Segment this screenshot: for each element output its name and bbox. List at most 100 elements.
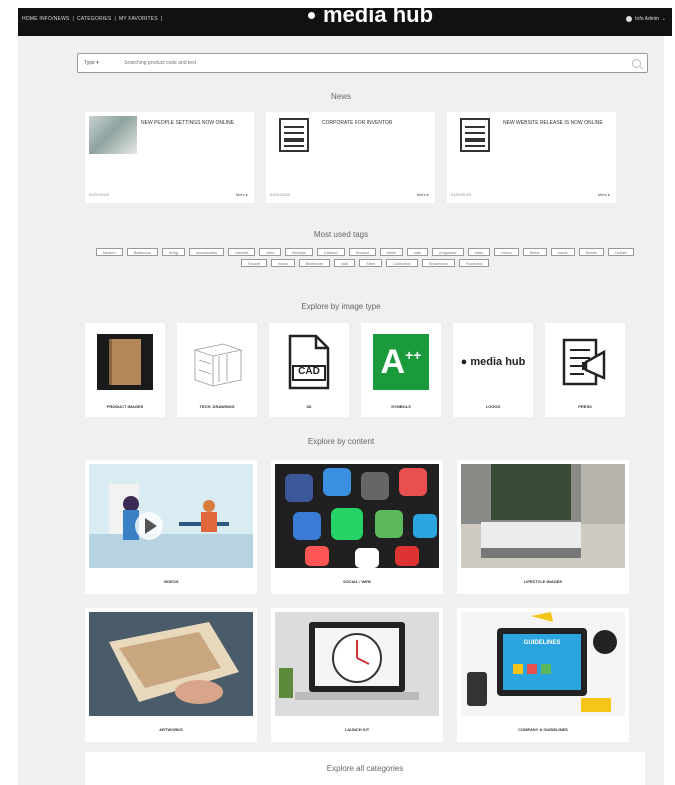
news-more-link[interactable]: Mehr ▸ — [236, 192, 248, 197]
news-more-link[interactable]: Mehr ▸ — [598, 192, 610, 197]
launch-kit-image — [275, 612, 439, 716]
brand-logo[interactable]: media hub — [308, 2, 433, 28]
content-section-title: Explore by content — [307, 437, 375, 446]
news-title: NEW PEOPLE SETTINGS NOW ONLINE — [141, 120, 235, 126]
image-type-label: PRESS — [578, 404, 592, 409]
news-date: 01/01/2023 — [270, 192, 291, 197]
tag-chip[interactable]: mirror — [494, 248, 519, 256]
energy-grade: A — [380, 342, 406, 381]
tag-chip[interactable]: kitchen — [96, 248, 123, 256]
tag-chip[interactable]: wine — [259, 248, 282, 256]
content-label: LAUNCH KIT — [344, 727, 370, 732]
brand-name: media hub — [323, 2, 434, 27]
tag-chip[interactable]: lifestyle — [285, 248, 313, 256]
news-title: NEW WEBSITE RELEASE IS NOW ONLINE — [503, 120, 603, 126]
content-label: ARTWORKS — [159, 727, 183, 732]
user-icon — [626, 16, 633, 22]
user-name: Info Admin — [635, 16, 659, 22]
image-type-card[interactable]: CAD 3D — [269, 323, 349, 417]
image-type-label: 3D — [306, 404, 312, 409]
image-type-section-title: Explore by image type — [301, 302, 381, 311]
tag-cloud: kitchen Bathroom living accessories cabinet w… — [85, 248, 645, 267]
user-menu[interactable]: Info Admin ⌄ — [626, 16, 666, 22]
tag-chip[interactable]: ritmo — [467, 248, 491, 256]
tag-chip[interactable]: home — [550, 248, 575, 256]
press-release-icon — [557, 333, 613, 391]
videos-image — [89, 464, 253, 568]
explore-all-categories-label: Explore all categories — [326, 764, 404, 773]
tag-chip[interactable]: cabinet — [228, 248, 256, 256]
news-card[interactable]: NEW PEOPLE SETTINGS NOW ONLINE 01/01/202… — [85, 112, 254, 203]
image-type-card[interactable]: PRESS — [545, 323, 625, 417]
content-card[interactable]: VIDEOS — [85, 460, 257, 594]
search-bar: Type ▾ — [77, 53, 648, 73]
document-icon — [270, 116, 318, 154]
tag-chip[interactable]: sale — [406, 248, 429, 256]
nav-home[interactable]: HOME INFO/NEWS — [22, 16, 70, 22]
tag-chip[interactable]: Faucet — [240, 259, 268, 267]
tag-chip[interactable]: magazine — [432, 248, 464, 256]
image-type-label: TECH. DRAWINGS — [199, 404, 235, 409]
tag-chip[interactable]: Cabinet — [316, 248, 345, 256]
news-more-link[interactable]: Mehr ▸ — [417, 192, 429, 197]
top-navigation-bar: HOME INFO/NEWS | CATEGORIES | MY FAVORIT… — [18, 2, 672, 36]
search-type-dropdown[interactable]: Type ▾ — [84, 60, 114, 66]
news-card[interactable]: CORPORATE FOR INVENTOR 01/01/2023 Mehr ▸ — [266, 112, 435, 203]
nav-favorites[interactable]: MY FAVORITES — [119, 16, 158, 22]
image-type-card[interactable]: ● media hub LOGOS — [453, 323, 533, 417]
tag-chip[interactable]: Collection — [386, 259, 418, 267]
news-title: CORPORATE FOR INVENTOR — [322, 120, 393, 126]
news-section-title: News — [330, 92, 351, 101]
social-web-image — [275, 464, 439, 568]
tag-chip[interactable]: Basic — [522, 248, 547, 256]
news-thumbnail-photo — [89, 116, 137, 154]
tag-chip[interactable]: Showroom — [421, 259, 455, 267]
content-label: LIFESTYLE IMAGES — [523, 579, 563, 584]
search-input[interactable] — [124, 60, 622, 66]
technical-drawing-icon — [189, 333, 245, 391]
tag-chip[interactable]: table — [380, 248, 403, 256]
news-list: NEW PEOPLE SETTINGS NOW ONLINE 01/01/202… — [85, 112, 616, 203]
content-card[interactable]: ARTWORKS — [85, 608, 257, 742]
content-card[interactable]: SOCIAL / WEB — [271, 460, 443, 594]
lifestyle-image — [461, 464, 625, 568]
tag-chip[interactable]: wall — [334, 259, 355, 267]
tag-chip[interactable]: wood — [271, 259, 295, 267]
content-category-grid: VIDEOS SOCIAL / WEB LIFESTYLE IMAGES ART… — [85, 460, 645, 742]
energy-label-icon: A ++ — [373, 333, 429, 391]
tag-chip[interactable]: living — [162, 248, 186, 256]
nav-categories[interactable]: CATEGORIES — [77, 16, 111, 22]
main-nav: HOME INFO/NEWS | CATEGORIES | MY FAVORIT… — [22, 16, 162, 22]
guidelines-screen-text: GUIDELINES — [523, 640, 561, 646]
tags-section-title: Most used tags — [313, 230, 369, 239]
tag-chip[interactable]: Bathroom — [126, 248, 159, 256]
tag-chip[interactable]: Bathroom — [298, 259, 331, 267]
tag-chip[interactable]: Shower — [348, 248, 377, 256]
content-card[interactable]: LIFESTYLE IMAGES — [457, 460, 629, 594]
tag-chip[interactable]: Steel — [358, 259, 383, 267]
cad-file-icon: CAD — [281, 333, 337, 391]
tag-chip[interactable]: Rounded — [458, 259, 490, 267]
tag-chip[interactable]: Holder — [608, 248, 634, 256]
main-content: Type ▾ News NEW PEOPLE SETTINGS NOW ONLI… — [18, 36, 664, 785]
nav-separator: | — [72, 16, 75, 22]
content-card[interactable]: GUIDELINES COMPANY & GUIDELINES — [457, 608, 629, 742]
company-guidelines-image: GUIDELINES — [461, 612, 625, 716]
energy-grade-plus: ++ — [405, 347, 422, 363]
nav-separator: | — [160, 16, 163, 22]
content-card[interactable]: LAUNCH KIT — [271, 608, 443, 742]
image-type-card[interactable]: TECH. DRAWINGS — [177, 323, 257, 417]
content-label: VIDEOS — [163, 579, 179, 584]
image-type-card[interactable]: A ++ SYMBOLS — [361, 323, 441, 417]
content-label: COMPANY & GUIDELINES — [518, 727, 568, 732]
explore-all-categories[interactable]: Explore all categories — [85, 752, 645, 785]
cad-text: CAD — [298, 366, 320, 377]
tag-chip[interactable]: Nordic — [578, 248, 605, 256]
tag-chip[interactable]: accessories — [189, 248, 225, 256]
news-card[interactable]: NEW WEBSITE RELEASE IS NOW ONLINE 01/01/… — [447, 112, 616, 203]
image-type-card[interactable]: PRODUCT IMAGES — [85, 323, 165, 417]
search-icon[interactable] — [632, 58, 641, 68]
nav-separator: | — [114, 16, 116, 22]
image-type-label: PRODUCT IMAGES — [106, 404, 144, 409]
image-type-list: PRODUCT IMAGES TECH. DRAWINGS CAD 3D A ++… — [85, 323, 625, 417]
